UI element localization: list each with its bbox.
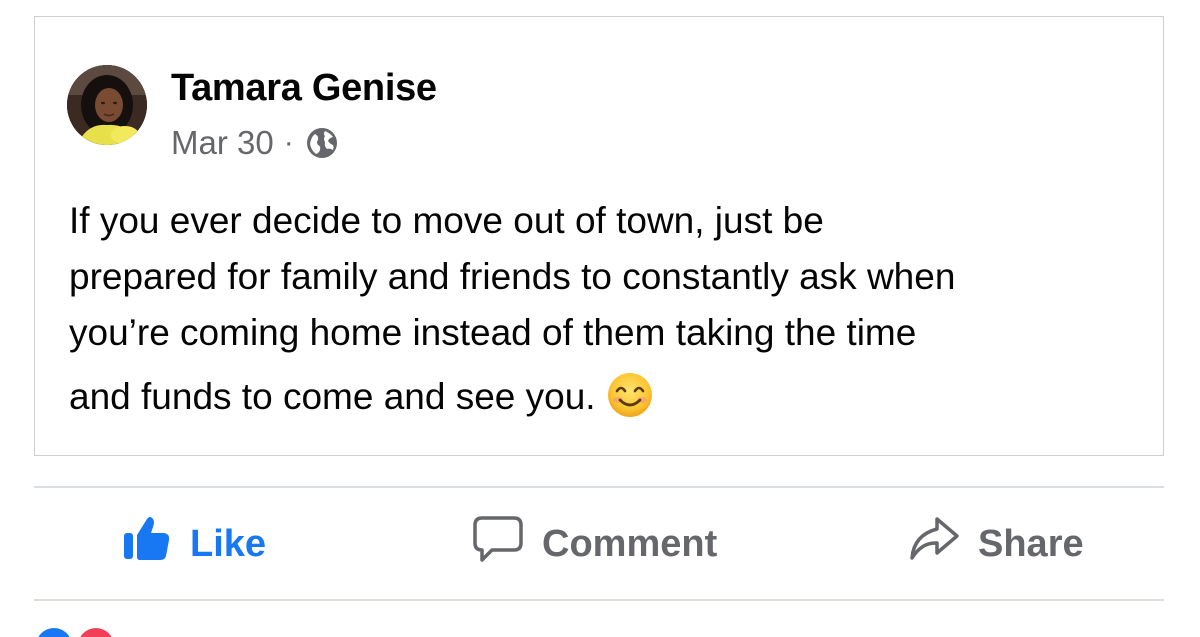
like-button[interactable]: Like (122, 488, 266, 600)
share-arrow-icon (908, 515, 960, 573)
speech-bubble-icon (472, 514, 524, 574)
post-text-last-line: and funds to come and see you. (69, 369, 1139, 425)
post-date[interactable]: Mar 30 (171, 124, 274, 162)
post-meta: Mar 30 · (171, 123, 338, 163)
share-label: Share (978, 522, 1084, 565)
thumbs-up-icon (122, 515, 172, 573)
meta-separator: · (283, 126, 294, 159)
author-name[interactable]: Tamara Genise (171, 67, 437, 110)
post-actions: Like Comment Share (34, 488, 1164, 600)
globe-icon (306, 127, 338, 159)
comment-label: Comment (542, 522, 718, 565)
post-text: If you ever decide to move out of town, … (69, 193, 1139, 425)
like-label: Like (190, 522, 267, 565)
post-text-line: you’re coming home instead of them takin… (69, 312, 917, 353)
smiling-face-icon (606, 371, 654, 419)
reaction-like-icon (36, 628, 72, 637)
post-text-line: If you ever decide to move out of town, … (69, 200, 824, 241)
share-button[interactable]: Share (908, 488, 1084, 600)
post-text-line: and funds to come and see you. (69, 376, 596, 417)
post-card: Tamara Genise Mar 30 · If you ever decid… (34, 16, 1164, 456)
author-avatar[interactable] (67, 65, 147, 145)
actions-bottom-divider (34, 599, 1164, 601)
post-text-line: prepared for family and friends to const… (69, 256, 956, 297)
comment-button[interactable]: Comment (472, 488, 717, 600)
reaction-love-icon (78, 628, 114, 637)
profile-photo-icon (67, 65, 147, 145)
